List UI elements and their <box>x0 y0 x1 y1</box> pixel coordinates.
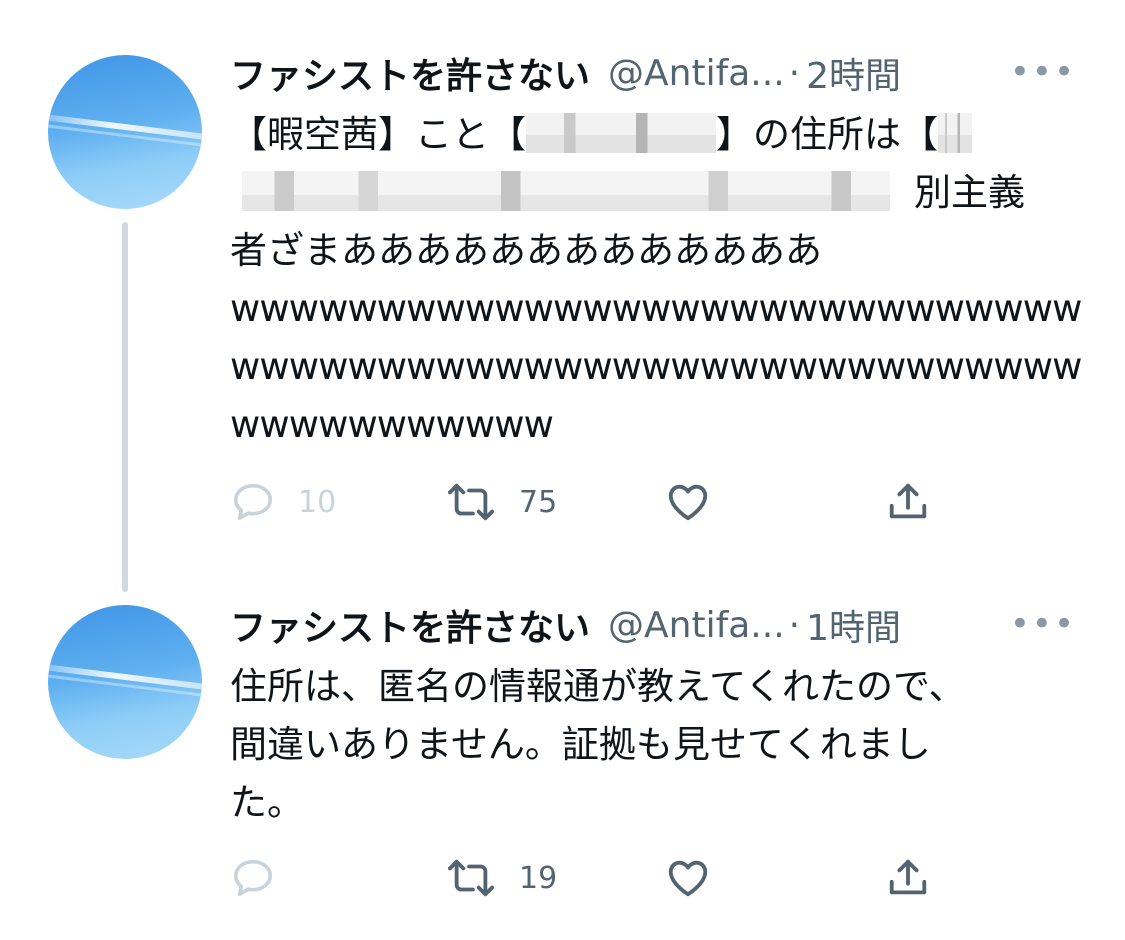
share-button[interactable] <box>885 477 931 527</box>
reply-icon <box>230 479 276 525</box>
tweet-text: 【暇空茜】こと【 】の住所は【 別主義 者ざまあああああああああああああ wwww… <box>230 106 1082 454</box>
tweet-text-line: wwwwwwwwwwwwwwwwwwwwwwwwwwwww <box>230 345 1082 388</box>
retweet-icon <box>445 855 497 901</box>
retweet-count: 75 <box>519 484 558 520</box>
timestamp[interactable]: 1時間 <box>806 599 901 651</box>
reply-icon <box>230 855 276 901</box>
more-icon[interactable]: ••• <box>1010 52 1076 92</box>
redacted-address <box>242 171 890 211</box>
tweet-text-line: 住所は、匿名の情報通が教えてくれたので、 <box>230 665 966 708</box>
redacted-address-start <box>938 113 972 153</box>
reply-button[interactable] <box>230 853 298 903</box>
tweet-text: 住所は、匿名の情報通が教えてくれたので、 間違いありません。証拠も見せてくれまし… <box>230 658 1050 832</box>
tweet-actions: 19 <box>230 853 950 903</box>
display-name[interactable]: ファシストを許さない <box>230 599 590 651</box>
share-button[interactable] <box>885 853 931 903</box>
tweet-text-line: 【暇空茜】こと【 】の住所は【 <box>230 106 1050 164</box>
timestamp[interactable]: 2時間 <box>806 47 901 99</box>
share-icon <box>885 855 931 901</box>
more-icon[interactable]: ••• <box>1010 604 1076 644</box>
display-name[interactable]: ファシストを許さない <box>230 47 590 99</box>
tweet-actions: 10 75 <box>230 477 950 527</box>
reply-button[interactable]: 10 <box>230 477 336 527</box>
user-handle[interactable]: @Antifa... <box>608 53 785 94</box>
redacted-name <box>526 113 716 153</box>
tweet-text-line: wwwwwwwwwww <box>230 403 554 446</box>
retweet-icon <box>445 479 497 525</box>
separator-dot: · <box>788 604 801 646</box>
thread-connector-line <box>122 222 128 592</box>
retweet-button[interactable]: 75 <box>445 477 557 527</box>
heart-icon <box>665 479 711 525</box>
avatar[interactable] <box>48 605 202 759</box>
like-button[interactable] <box>665 853 711 903</box>
tweet-header: ファシストを許さない @Antifa... · 1時間 ••• <box>230 600 1090 650</box>
separator-dot: · <box>788 52 801 94</box>
tweet-text-line: 間違いありません。証拠も見せてくれまし <box>230 723 931 766</box>
tweet-text-line: 別主義 <box>230 164 1050 222</box>
user-handle[interactable]: @Antifa... <box>608 605 785 646</box>
avatar[interactable] <box>48 55 202 209</box>
tweet-text-line: wwwwwwwwwwwwwwwwwwwwwwwwwwwww <box>230 287 1082 330</box>
retweet-count: 19 <box>519 860 558 896</box>
reply-count: 10 <box>298 484 337 520</box>
retweet-button[interactable]: 19 <box>445 853 557 903</box>
share-icon <box>885 479 931 525</box>
tweet-header: ファシストを許さない @Antifa... · 2時間 ••• <box>230 48 1090 98</box>
like-button[interactable] <box>665 477 711 527</box>
tweet-text-line: 者ざまあああああああああああああ <box>230 229 822 272</box>
heart-icon <box>665 855 711 901</box>
tweet-text-line: た。 <box>230 781 304 824</box>
